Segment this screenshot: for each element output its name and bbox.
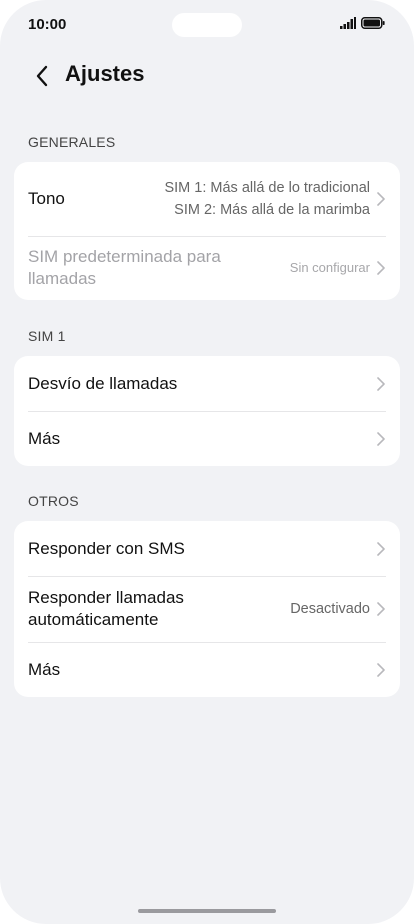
- signal-icon: [340, 17, 356, 29]
- tono-value-sim2: SIM 2: Más allá de la marimba: [174, 202, 370, 218]
- setting-row-sim-predeterminada[interactable]: SIM predeterminada para llamadas Sin con…: [14, 236, 400, 300]
- row-title: Desvío de llamadas: [28, 373, 178, 393]
- setting-row-mas-otros[interactable]: Más: [14, 642, 400, 697]
- responder-auto-value: Desactivado: [290, 601, 370, 617]
- chevron-right-icon: [377, 662, 385, 677]
- chevron-right-icon: [377, 541, 385, 556]
- chevron-right-icon: [377, 431, 385, 446]
- phone-screen: 10:00 Ajustes GENERALES Tono SIM 1: Más …: [0, 0, 414, 924]
- status-time: 10:00: [28, 16, 67, 33]
- row-title-line2: llamadas: [28, 269, 97, 288]
- home-indicator[interactable]: [138, 909, 276, 913]
- tono-value-sim1: SIM 1: Más allá de lo tradicional: [164, 180, 370, 196]
- row-title: Más: [28, 659, 61, 679]
- row-title: Más: [28, 428, 61, 448]
- card-generales: Tono SIM 1: Más allá de lo tradicional S…: [14, 162, 400, 300]
- battery-icon: [361, 17, 385, 29]
- back-button[interactable]: [28, 62, 56, 90]
- chevron-right-icon: [377, 261, 385, 275]
- row-title: Responder con SMS: [28, 538, 185, 558]
- section-label-generales: GENERALES: [28, 134, 116, 150]
- camera-notch: [172, 13, 242, 37]
- card-otros: Responder con SMS Responder llamadas aut…: [14, 521, 400, 697]
- page-title: Ajustes: [65, 61, 145, 86]
- setting-row-responder-automaticamente[interactable]: Responder llamadas automáticamente Desac…: [14, 576, 400, 642]
- card-sim1: Desvío de llamadas Más: [14, 356, 400, 466]
- sim-predeterminada-value: Sin configurar: [289, 260, 370, 275]
- row-title-line1: SIM predeterminada para: [28, 247, 221, 266]
- row-title: Responder llamadas automáticamente: [28, 587, 290, 631]
- setting-row-desvio-llamadas[interactable]: Desvío de llamadas: [14, 356, 400, 411]
- row-title: Tono: [28, 189, 65, 208]
- row-title: SIM predeterminada para llamadas: [28, 246, 290, 290]
- chevron-left-icon: [36, 65, 48, 87]
- header: Ajustes: [0, 56, 414, 96]
- setting-row-responder-sms[interactable]: Responder con SMS: [14, 521, 400, 576]
- chevron-right-icon: [377, 376, 385, 391]
- row-title-line2: automáticamente: [28, 610, 159, 629]
- setting-row-mas-sim1[interactable]: Más: [14, 411, 400, 466]
- section-label-otros: OTROS: [28, 493, 79, 509]
- tono-value: SIM 1: Más allá de lo tradicional SIM 2:…: [164, 177, 370, 221]
- status-bar: 10:00: [0, 0, 414, 48]
- section-label-sim1: SIM 1: [28, 328, 66, 344]
- chevron-right-icon: [377, 602, 385, 616]
- row-title-line1: Responder llamadas: [28, 588, 184, 607]
- setting-row-tono[interactable]: Tono SIM 1: Más allá de lo tradicional S…: [14, 162, 400, 236]
- chevron-right-icon: [377, 192, 385, 206]
